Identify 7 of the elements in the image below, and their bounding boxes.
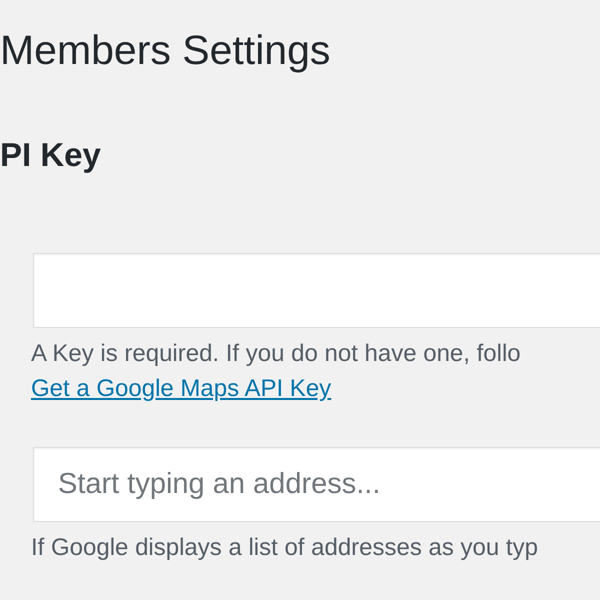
page-title: Members Settings bbox=[0, 26, 332, 75]
help-text: If Google displays a list of addresses as you typ bbox=[31, 533, 539, 564]
section-heading: PI Key bbox=[0, 135, 102, 175]
help-text: A Key is required. If you do not have one, follo bbox=[31, 338, 522, 369]
api-key-field[interactable] bbox=[33, 252, 600, 328]
address-field[interactable]: Start typing an address... bbox=[33, 447, 600, 522]
api-key-link[interactable]: Get a Google Maps API Key bbox=[31, 372, 332, 406]
